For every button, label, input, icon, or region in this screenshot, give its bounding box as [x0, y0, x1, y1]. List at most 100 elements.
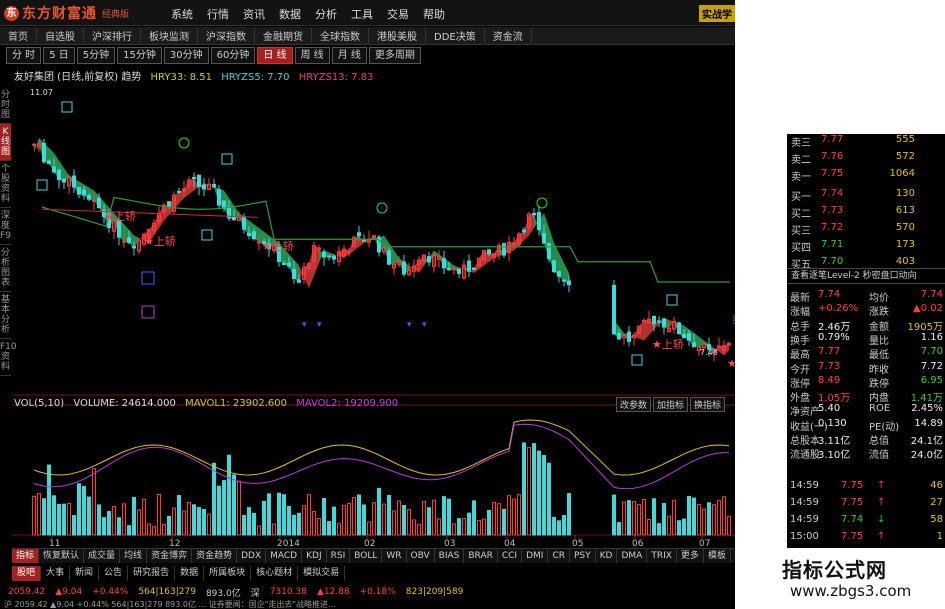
indicator-tab-14[interactable]: BRAR	[464, 549, 498, 563]
tick-row-cell: 1	[936, 531, 943, 542]
period-more[interactable]: 更多周期	[368, 47, 421, 64]
indicator-tab-2[interactable]: 成交量	[84, 549, 121, 563]
period-weekly[interactable]: 周 线	[294, 47, 330, 64]
info-tab-3[interactable]: 公告	[99, 566, 129, 581]
bid-row: 买四 7.71 173	[787, 239, 945, 256]
indicator-tab-3[interactable]: 均线	[120, 549, 148, 563]
volume-bar	[267, 493, 271, 536]
trend-band-segment	[639, 320, 644, 341]
nav-sector[interactable]: 板块监测	[141, 28, 198, 43]
nav-hk-us[interactable]: 港股美股	[369, 28, 426, 43]
info-tab-1[interactable]: 大事	[41, 566, 71, 581]
volume-bar	[677, 520, 681, 536]
indicator-tab-1[interactable]: 恢复默认	[39, 549, 85, 563]
nav-index[interactable]: 沪深指数	[198, 28, 255, 43]
left-sidebar: 分时图 K线图 个股资料 深度F9 分析图表 基本分析 F10资料	[0, 87, 17, 547]
indicator-tab-7[interactable]: MACD	[266, 549, 303, 563]
period-intraday[interactable]: 分 时	[6, 47, 42, 64]
volume-bar	[662, 503, 666, 536]
nav-home[interactable]: 首页	[0, 28, 37, 43]
indicator-tab-18[interactable]: PSY	[570, 549, 596, 563]
indicator-tab-12[interactable]: OBV	[407, 549, 435, 563]
indicator-tab-9[interactable]: RSI	[327, 549, 351, 563]
info-tab-7[interactable]: 核心题材	[251, 566, 299, 581]
volume-bar	[132, 496, 136, 536]
indicator-tab-0[interactable]: 指标	[12, 549, 40, 563]
quote-row-cell: 今开	[790, 364, 810, 376]
indicator-tab-11[interactable]: WR	[382, 549, 407, 563]
nav-futures[interactable]: 金融期货	[255, 28, 312, 43]
menu-item-news[interactable]: 资讯	[236, 6, 272, 22]
indicator-tab-19[interactable]: KD	[596, 549, 618, 563]
volume-bar	[112, 505, 116, 536]
side-tab-profile[interactable]: 个股资料	[0, 161, 11, 208]
edit-params-button[interactable]: 改参数	[616, 397, 652, 412]
info-tab-6[interactable]: 所属板块	[204, 566, 252, 581]
info-tab-0[interactable]: 股吧	[12, 566, 42, 581]
volume-header: VOL(5,10) VOLUME: 24614.000 MAVOL1: 2390…	[14, 398, 404, 409]
nav-watchlist[interactable]: 自选股	[37, 28, 84, 43]
nav-dde[interactable]: DDE决策	[426, 28, 485, 43]
volume-bar	[212, 462, 216, 536]
indicator-tab-4[interactable]: 资金博弈	[147, 549, 193, 563]
volume-bar	[557, 520, 561, 536]
indicator-tab-23[interactable]: 模板	[704, 549, 731, 563]
candle-body	[567, 280, 571, 286]
period-15min[interactable]: 15分钟	[117, 47, 162, 64]
info-tab-5[interactable]: 数据	[175, 566, 205, 581]
volume-bar	[172, 507, 176, 536]
indicator-tab-10[interactable]: BOLL	[350, 549, 383, 563]
period-5day[interactable]: 5 日	[43, 47, 75, 64]
indicator-tab-17[interactable]: CR	[548, 549, 570, 563]
pattern-box-marker	[141, 305, 155, 319]
menu-item-tools[interactable]: 工具	[344, 6, 380, 22]
side-tab-basic[interactable]: 基本分析	[0, 292, 11, 339]
info-tab-4[interactable]: 研究报告	[128, 566, 176, 581]
menu-item-help[interactable]: 帮助	[416, 6, 452, 22]
indicator-tab-13[interactable]: BIAS	[435, 549, 465, 563]
live-trade-button[interactable]: 实战学	[699, 5, 735, 22]
period-monthly[interactable]: 月 线	[331, 47, 367, 64]
indicator-tab-22[interactable]: 更多	[677, 549, 704, 563]
indicator-tab-20[interactable]: DMA	[617, 549, 648, 563]
indicator-tab-8[interactable]: KDJ	[302, 549, 327, 563]
level2-link[interactable]: 查看逐笔Level-2 秒密盘口动向	[787, 268, 945, 284]
period-daily[interactable]: 日 线	[257, 47, 293, 64]
indicator-tab-21[interactable]: TRIX	[647, 549, 677, 563]
volume-buttons: 改参数 加指标 换指标	[616, 397, 726, 412]
side-tab-f10[interactable]: F10资料	[0, 339, 17, 376]
menu-item-data[interactable]: 数据	[272, 6, 308, 22]
volume-bar	[77, 483, 81, 536]
indicator-tab-16[interactable]: DMI	[522, 549, 549, 563]
period-5min[interactable]: 5分钟	[76, 47, 116, 64]
volume-bar	[217, 485, 221, 536]
indicator-tab-15[interactable]: CCI	[498, 549, 523, 563]
menu-item-analysis[interactable]: 分析	[308, 6, 344, 22]
side-tab-kline[interactable]: K线图	[0, 124, 11, 161]
period-30min[interactable]: 30分钟	[163, 47, 209, 64]
add-indicator-button[interactable]: 加指标	[653, 397, 689, 412]
kline-chart[interactable]: 10.009.509.008.508.007.507.00 18.4万13.8万…	[12, 65, 735, 547]
switch-indicator-button[interactable]: 换指标	[690, 397, 726, 412]
indicator-tab-5[interactable]: 资金趋势	[192, 549, 238, 563]
info-tab-8[interactable]: 模拟交易	[298, 566, 346, 581]
period-60min[interactable]: 60分钟	[210, 47, 256, 64]
volume-bar	[697, 504, 701, 536]
side-tab-intraday[interactable]: 分时图	[0, 87, 11, 124]
menu-item-system[interactable]: 系统	[164, 6, 200, 22]
side-tab-f9[interactable]: 深度F9	[0, 208, 11, 245]
nav-fund-flow[interactable]: 资金流	[485, 28, 532, 43]
indicator-tab-6[interactable]: DDX	[237, 549, 267, 563]
candle-body	[467, 260, 471, 272]
nav-ranking[interactable]: 沪深排行	[84, 28, 141, 43]
bid-row-cell: 7.72	[821, 222, 844, 233]
side-tab-charts[interactable]: 分析图表	[0, 245, 11, 292]
menu-item-quotes[interactable]: 行情	[200, 6, 236, 22]
volume-bar	[392, 510, 396, 536]
trend-band-segment	[474, 258, 479, 273]
quote-row-cell: 均价	[869, 293, 889, 304]
menu-item-trade[interactable]: 交易	[380, 6, 416, 22]
volume-bar	[477, 520, 481, 536]
nav-global[interactable]: 全球指数	[312, 28, 369, 43]
info-tab-2[interactable]: 新闻	[70, 566, 100, 581]
